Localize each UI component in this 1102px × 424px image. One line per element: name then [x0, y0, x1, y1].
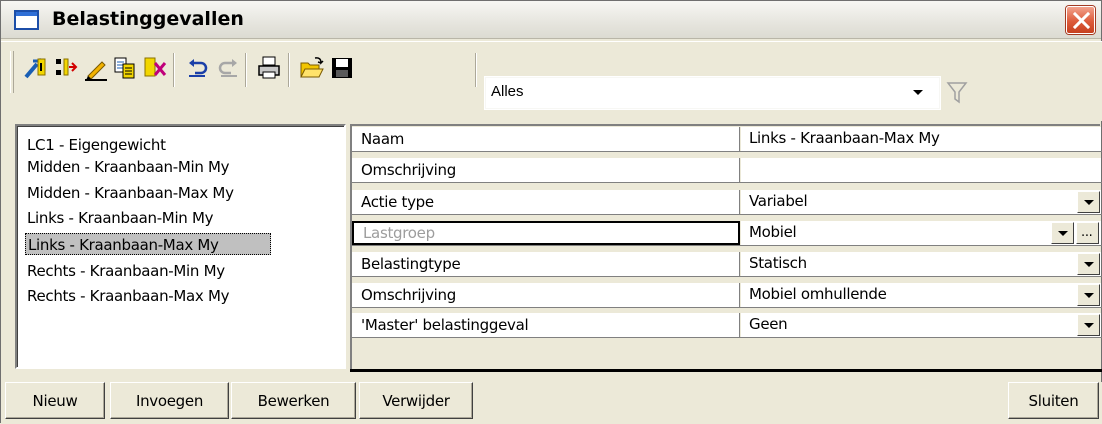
property-value-text: Variabel	[749, 192, 808, 210]
list-item[interactable]: Rechts - Kraanbaan-Min My	[25, 260, 271, 282]
chevron-down-icon	[1084, 323, 1094, 328]
property-name: Lastgroep	[352, 221, 740, 245]
copy-button[interactable]	[109, 52, 139, 82]
chevron-down-icon	[1084, 200, 1094, 205]
list-item[interactable]: Midden - Kraanbaan-Min My	[25, 156, 271, 178]
filter-select-value: Alles	[491, 83, 524, 100]
delete-button[interactable]: Verwijder	[359, 382, 473, 419]
edit-pencil-icon	[85, 61, 107, 81]
property-name: 'Master' belastinggeval	[352, 313, 740, 337]
redo-button	[212, 52, 242, 82]
property-value-text: Statisch	[749, 254, 807, 272]
property-value[interactable]	[741, 158, 1101, 182]
dropdown-button[interactable]	[1077, 191, 1100, 213]
toolbar-separator	[288, 53, 290, 87]
property-row: Omschrijving	[352, 158, 1102, 183]
divider	[350, 369, 1102, 372]
property-row: Actie type Variabel	[352, 190, 1102, 215]
property-row: Omschrijving Mobiel omhullende	[352, 283, 1102, 308]
dropdown-button[interactable]	[1077, 284, 1100, 306]
property-value[interactable]: Mobiel omhullende	[741, 283, 1101, 307]
property-row: 'Master' belastinggeval Geen	[352, 313, 1102, 338]
close-icon	[1073, 12, 1090, 29]
new-loadcase-button[interactable]	[20, 52, 50, 82]
chevron-down-icon	[1058, 231, 1068, 236]
insert-button[interactable]: Invoegen	[110, 382, 229, 419]
list-item[interactable]: Rechts - Kraanbaan-Max My	[25, 285, 271, 307]
delete-icon	[144, 57, 167, 77]
print-icon	[258, 56, 280, 79]
window-title: Belastinggevallen	[52, 8, 244, 30]
open-button[interactable]	[296, 52, 326, 82]
open-folder-icon	[300, 57, 324, 78]
browse-button[interactable]: ...	[1076, 222, 1099, 244]
property-value[interactable]: Variabel	[741, 190, 1101, 214]
chevron-down-icon	[1084, 262, 1094, 267]
property-name: Actie type	[352, 190, 740, 214]
insert-icon	[56, 58, 78, 76]
property-value[interactable]: Mobiel ...	[741, 221, 1101, 245]
property-name: Naam	[352, 127, 740, 151]
redo-icon	[218, 59, 237, 77]
undo-button[interactable]	[182, 52, 212, 82]
chevron-down-icon[interactable]	[913, 90, 923, 95]
edit-button[interactable]	[80, 52, 110, 82]
toolbar-separator	[475, 53, 477, 87]
dropdown-button[interactable]	[1077, 314, 1100, 336]
property-name: Belastingtype	[352, 252, 740, 276]
dropdown-button[interactable]	[1077, 253, 1100, 275]
copy-icon	[114, 57, 135, 79]
window-icon	[14, 10, 39, 30]
filter-select[interactable]	[484, 76, 941, 110]
new-button[interactable]: Nieuw	[5, 382, 105, 419]
list-item[interactable]: Midden - Kraanbaan-Max My	[25, 182, 271, 204]
new-loadcase-icon	[24, 57, 46, 79]
save-button[interactable]	[326, 52, 356, 82]
undo-icon	[189, 59, 208, 77]
list-item[interactable]: LC1 - Eigengewicht	[25, 134, 271, 156]
property-value-text: Mobiel	[749, 223, 797, 241]
print-button[interactable]	[253, 52, 283, 82]
chevron-down-icon	[1084, 293, 1094, 298]
property-value[interactable]: Geen	[741, 313, 1101, 337]
list-item-selected[interactable]: Links - Kraanbaan-Max My	[25, 233, 271, 255]
filter-funnel-icon	[946, 82, 968, 104]
insert-button[interactable]	[50, 52, 80, 82]
close-window-button[interactable]	[1066, 6, 1095, 34]
property-row: Naam Links - Kraanbaan-Max My	[352, 127, 1102, 152]
list-item[interactable]: Links - Kraanbaan-Min My	[25, 207, 271, 229]
property-row: Lastgroep Mobiel ...	[352, 221, 1102, 246]
toolbar-grip[interactable]	[10, 51, 14, 93]
property-row: Belastingtype Statisch	[352, 252, 1102, 277]
property-value[interactable]: Statisch	[741, 252, 1101, 276]
property-value-text: Mobiel omhullende	[749, 285, 887, 303]
dropdown-button[interactable]	[1051, 222, 1074, 244]
edit-button[interactable]: Bewerken	[231, 382, 356, 419]
browse-button-label: ...	[1081, 225, 1093, 240]
property-name: Omschrijving	[352, 283, 740, 307]
property-value-text: Geen	[749, 315, 788, 333]
toolbar-separator	[173, 53, 175, 87]
loadcases-dialog: Belastinggevallen Alles LC1 - Eigengewic…	[0, 0, 1102, 424]
toolbar-separator	[245, 53, 247, 87]
close-button[interactable]: Sluiten	[1008, 382, 1099, 419]
title-bar: Belastinggevallen	[1, 1, 1101, 39]
property-value[interactable]: Links - Kraanbaan-Max My	[741, 127, 1101, 151]
property-name: Omschrijving	[352, 158, 740, 182]
save-disk-icon	[332, 58, 352, 78]
delete-button[interactable]	[139, 52, 169, 82]
